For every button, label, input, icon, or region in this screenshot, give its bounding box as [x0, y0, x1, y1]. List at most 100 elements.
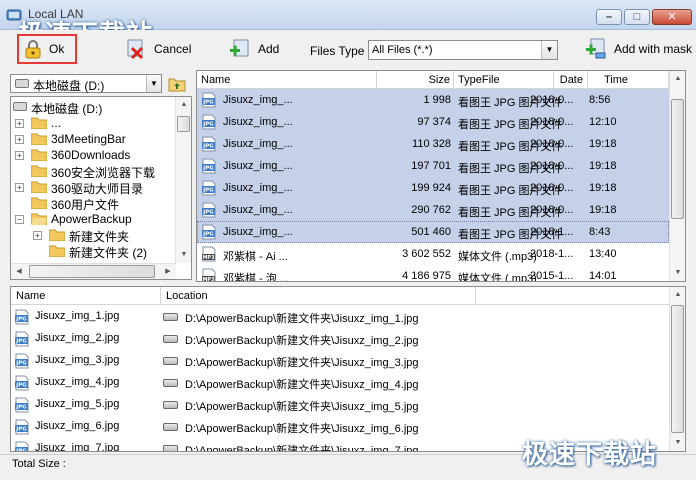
file-time: 19:18 [589, 204, 617, 216]
file-row[interactable]: MP3 邓紫棋 - 泡 ... 4 186 975 媒体文件 (.mp3) 2015-1… [197, 265, 669, 282]
selected-files-list[interactable]: Name Location JPG Jisuxz_img_1.jpg D:\Apow… [10, 286, 686, 452]
cancel-icon [127, 39, 144, 60]
close-icon: ✕ [667, 11, 677, 23]
column-header-name[interactable]: Name [11, 287, 161, 305]
selected-list-vertical-scrollbar[interactable]: ▲ ▼ [669, 287, 685, 451]
column-header-name[interactable]: Name [197, 71, 377, 89]
tree-item-label: 360用户文件 [51, 198, 120, 212]
selected-file-row[interactable]: JPG Jisuxz_img_3.jpg D:\ApowerBackup\新建文件夹… [11, 349, 671, 371]
tree-item-label: 360Downloads [51, 148, 131, 162]
scroll-down-icon[interactable]: ▼ [670, 265, 685, 281]
expand-icon[interactable]: + [15, 135, 24, 144]
scroll-thumb[interactable] [671, 99, 684, 219]
file-row[interactable]: JPG Jisuxz_img_... 290 762 看图王 JPG 图片文件 2018… [197, 199, 669, 221]
scroll-right-icon[interactable]: ▶ [160, 264, 176, 279]
drive-icon [13, 102, 27, 111]
jpg-file-icon: JPG [202, 224, 216, 240]
files-type-select[interactable]: All Files (*.*) ▼ [368, 40, 558, 60]
svg-text:JPG: JPG [15, 317, 27, 323]
tree-vertical-scrollbar[interactable]: ▲ ▼ [175, 97, 191, 263]
file-name: Jisuxz_img_... [223, 204, 293, 216]
column-header-size[interactable]: Size [377, 71, 454, 89]
column-header-date[interactable]: Date [554, 71, 588, 89]
drive-icon [163, 379, 178, 387]
selected-file-row[interactable]: JPG Jisuxz_img_5.jpg D:\ApowerBackup\新建文件夹… [11, 393, 671, 415]
file-size: 110 328 [412, 138, 451, 150]
scroll-up-icon[interactable]: ▲ [670, 71, 685, 87]
selected-file-location: D:\ApowerBackup\新建文件夹\Jisuxz_img_3.jpg [185, 357, 419, 369]
close-button[interactable]: ✕ [652, 9, 692, 25]
drive-icon [163, 423, 178, 431]
expand-icon[interactable]: + [15, 119, 24, 128]
selected-list-header: Name Location [11, 287, 671, 305]
selected-file-location: D:\ApowerBackup\新建文件夹\Jisuxz_img_6.jpg [185, 423, 419, 435]
file-time: 8:43 [589, 226, 611, 238]
jpg-file-icon: JPG [15, 441, 29, 451]
file-size: 199 924 [411, 182, 451, 194]
selected-file-name: Jisuxz_img_2.jpg [35, 332, 120, 344]
file-date: 2018-0... [530, 116, 574, 128]
file-time: 14:01 [589, 270, 617, 282]
selected-file-row[interactable]: JPG Jisuxz_img_1.jpg D:\ApowerBackup\新建文件夹… [11, 305, 671, 327]
add-with-mask-button[interactable]: Add with mask [584, 34, 692, 64]
file-row[interactable]: JPG Jisuxz_img_... 197 701 看图王 JPG 图片文件 2018… [197, 155, 669, 177]
column-header-type[interactable]: TypeFile [454, 71, 554, 89]
column-header-location[interactable]: Location [161, 287, 476, 305]
tree-item-label: 3dMeetingBar [51, 132, 126, 146]
file-row[interactable]: MP3 邓紫棋 - Ai ... 3 602 552 媒体文件 (.mp3) 2018-… [197, 243, 669, 265]
scroll-up-icon[interactable]: ▲ [176, 97, 191, 113]
drive-select[interactable]: 本地磁盘 (D:) ▼ [10, 74, 162, 93]
file-row[interactable]: JPG Jisuxz_img_... 199 924 看图王 JPG 图片文件 2018… [197, 177, 669, 199]
scroll-thumb[interactable] [671, 305, 684, 433]
folder-icon [31, 117, 47, 129]
file-row[interactable]: JPG Jisuxz_img_... 97 374 看图王 JPG 图片文件 2018-… [197, 111, 669, 133]
minimize-button[interactable]: – [596, 9, 622, 25]
file-row[interactable]: JPG Jisuxz_img_... 1 998 看图王 JPG 图片文件 2018-0… [197, 89, 669, 111]
file-name: Jisuxz_img_... [223, 160, 293, 172]
scroll-down-icon[interactable]: ▼ [670, 435, 685, 451]
expand-icon[interactable]: + [33, 231, 42, 240]
folder-icon [31, 181, 47, 193]
selected-file-name: Jisuxz_img_6.jpg [35, 420, 120, 432]
selected-file-row[interactable]: JPG Jisuxz_img_2.jpg D:\ApowerBackup\新建文件夹… [11, 327, 671, 349]
scroll-left-icon[interactable]: ◀ [11, 264, 27, 279]
file-size: 290 762 [411, 204, 451, 216]
file-row[interactable]: JPG Jisuxz_img_... 110 328 看图王 JPG 图片文件 2018… [197, 133, 669, 155]
file-list[interactable]: Name Size TypeFile Date Time JPG Jisuxz_i… [196, 70, 686, 282]
selected-file-row[interactable]: JPG Jisuxz_img_4.jpg D:\ApowerBackup\新建文件夹… [11, 371, 671, 393]
chevron-down-icon[interactable]: ▼ [541, 41, 557, 59]
column-header-time[interactable]: Time [588, 71, 669, 89]
file-name: 邓紫棋 - 泡 ... [223, 273, 289, 282]
add-button[interactable]: Add [228, 34, 279, 64]
drive-select-value: 本地磁盘 (D:) [33, 79, 105, 93]
svg-text:JPG: JPG [202, 144, 214, 150]
watermark-logo: 极速下载站 [522, 440, 658, 470]
folder-icon [31, 133, 47, 145]
scroll-down-icon[interactable]: ▼ [176, 247, 191, 263]
chevron-down-icon[interactable]: ▼ [146, 75, 161, 92]
folder-tree[interactable]: 本地磁盘 (D:) + ... + 3dMeetingBar + 360Down… [10, 96, 192, 280]
expand-icon[interactable]: + [15, 151, 24, 160]
cancel-button[interactable]: Cancel [124, 34, 191, 64]
scroll-up-icon[interactable]: ▲ [670, 287, 685, 303]
folder-open-icon [31, 213, 47, 225]
collapse-icon[interactable]: − [15, 215, 24, 224]
folder-icon [31, 165, 47, 177]
maximize-button[interactable]: □ [624, 9, 650, 25]
folder-up-icon[interactable] [168, 75, 186, 92]
maximize-icon: □ [633, 11, 641, 23]
scroll-thumb[interactable] [29, 265, 155, 278]
scroll-thumb[interactable] [177, 116, 190, 132]
ok-label: Ok [49, 42, 65, 56]
file-row[interactable]: JPG Jisuxz_img_... 501 460 看图王 JPG 图片文件 2018… [197, 221, 669, 243]
drive-icon [163, 401, 178, 409]
svg-text:JPG: JPG [15, 339, 27, 345]
ok-button[interactable]: Ok [17, 34, 77, 64]
minimize-icon: – [605, 11, 613, 23]
file-list-vertical-scrollbar[interactable]: ▲ ▼ [669, 71, 685, 281]
tree-horizontal-scrollbar[interactable]: ◀ ▶ [11, 263, 176, 279]
file-date: 2018-0... [530, 94, 574, 106]
file-name: Jisuxz_img_... [223, 138, 293, 150]
files-type-label: Files Type [310, 44, 365, 58]
expand-icon[interactable]: + [15, 183, 24, 192]
